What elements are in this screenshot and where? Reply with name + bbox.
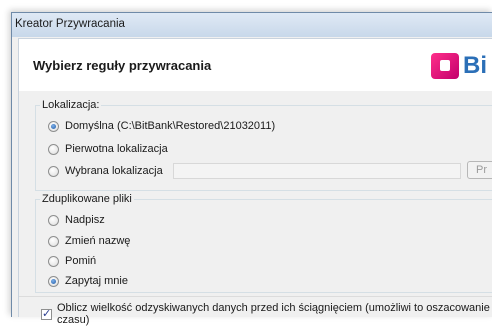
radio-label: Domyślna (C:\BitBank\Restored\21032011) <box>65 120 276 132</box>
page-title: Wybierz reguły przywracania <box>33 58 212 73</box>
radio-button[interactable] <box>48 120 59 132</box>
wizard-content: Lokalizacja: Domyślna (C:\BitBank\Restor… <box>18 91 492 326</box>
estimate-size-checkbox[interactable] <box>41 307 52 320</box>
radio-skip[interactable]: Pomiń <box>48 253 96 269</box>
restore-wizard-window: Kreator Przywracania Wybierz reguły przy… <box>11 12 492 326</box>
title-bar[interactable]: Kreator Przywracania <box>12 13 492 37</box>
radio-default-location[interactable]: Domyślna (C:\BitBank\Restored\21032011) <box>48 118 275 134</box>
radio-overwrite[interactable]: Nadpisz <box>48 212 105 228</box>
radio-button[interactable] <box>48 275 59 287</box>
wizard-header: Wybierz reguły przywracania Bi <box>18 38 492 91</box>
bitbank-logo: Bi <box>431 52 487 80</box>
radio-button[interactable] <box>48 235 59 247</box>
radio-button[interactable] <box>48 214 59 226</box>
radio-button[interactable] <box>48 143 59 155</box>
radio-rename[interactable]: Zmień nazwę <box>48 233 130 249</box>
duplicates-legend: Zduplikowane pliki <box>40 193 134 205</box>
radio-button[interactable] <box>48 255 59 267</box>
radio-original-location[interactable]: Pierwotna lokalizacja <box>48 141 168 157</box>
logo-text: Bi <box>463 52 487 79</box>
radio-label: Zapytaj mnie <box>65 275 128 287</box>
radio-button[interactable] <box>48 165 59 177</box>
duplicates-group: Zduplikowane pliki Nadpisz Zmień nazwę P… <box>35 193 492 293</box>
custom-location-input[interactable] <box>173 163 461 179</box>
estimate-size-label: Oblicz wielkość odzyskiwanych danych prz… <box>57 302 490 326</box>
browse-button[interactable]: Pr <box>467 161 492 179</box>
radio-label: Nadpisz <box>65 214 105 226</box>
window-title: Kreator Przywracania <box>15 18 125 30</box>
location-legend: Lokalizacja: <box>40 99 102 111</box>
radio-ask-me[interactable]: Zapytaj mnie <box>48 273 128 289</box>
estimate-size-checkbox-row[interactable]: Oblicz wielkość odzyskiwanych danych prz… <box>41 302 492 326</box>
radio-label: Wybrana lokalizacja <box>65 165 163 177</box>
radio-label: Pomiń <box>65 255 97 267</box>
radio-label: Pierwotna lokalizacja <box>65 143 168 155</box>
radio-label: Zmień nazwę <box>65 235 131 247</box>
radio-custom-location[interactable]: Wybrana lokalizacja <box>48 163 163 179</box>
bitbank-logo-icon <box>431 53 459 79</box>
separator <box>19 296 492 297</box>
